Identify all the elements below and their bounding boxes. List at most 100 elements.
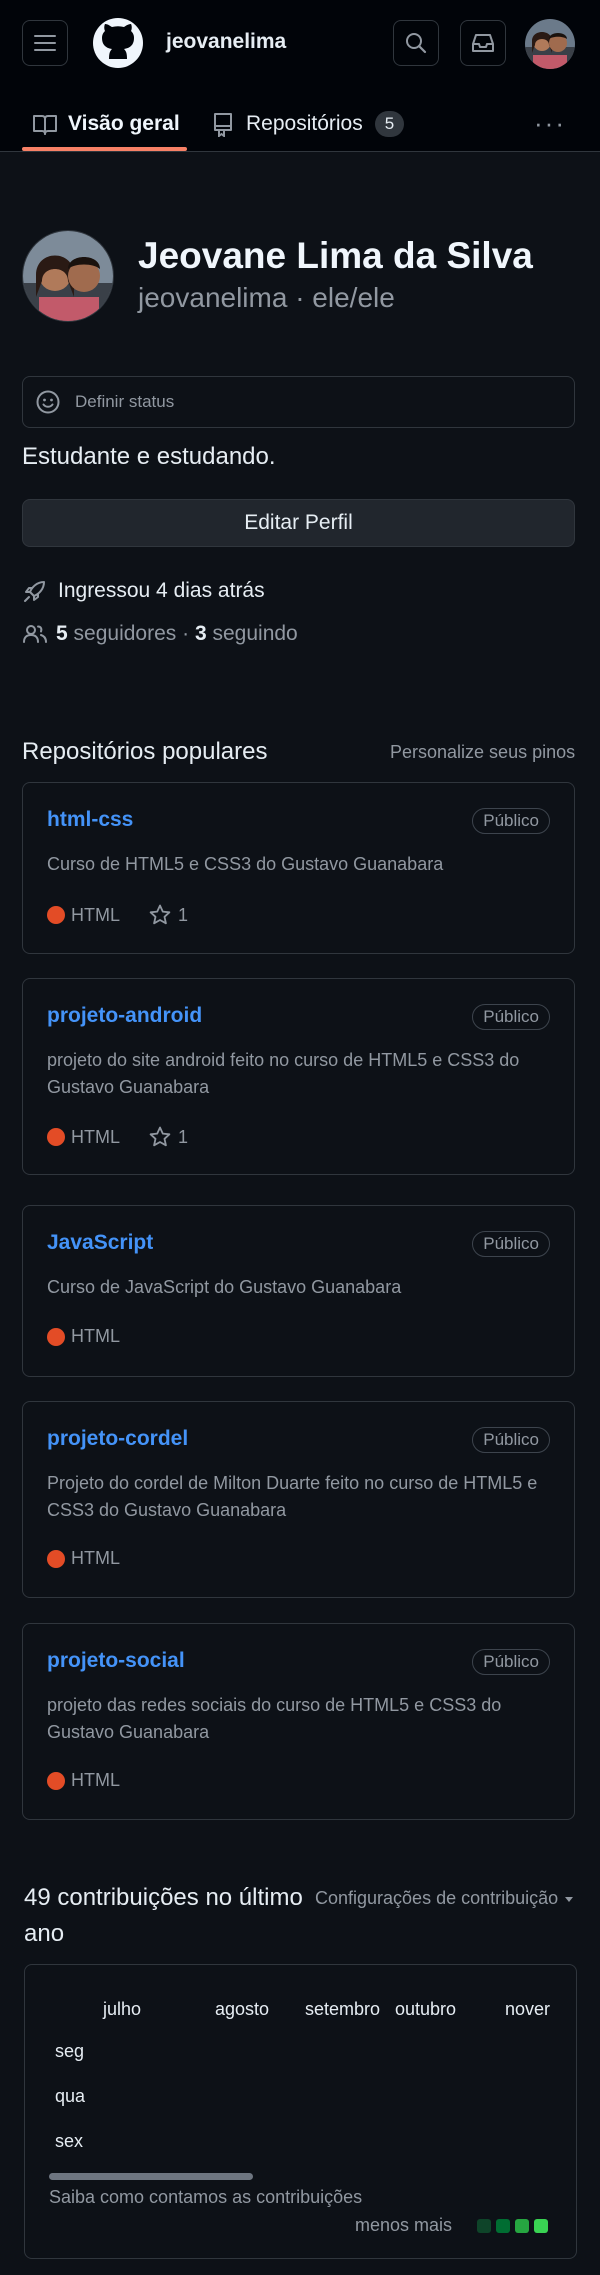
- repo-icon: [214, 112, 232, 137]
- learn-contributions-link[interactable]: Saiba como contamos as contribuições: [49, 2187, 362, 2208]
- user-avatar-button[interactable]: [525, 19, 575, 69]
- star-count: 1: [178, 1126, 189, 1147]
- repo-description: projeto do site android feito no curso d…: [47, 1050, 520, 1097]
- follow-info: 5 seguidores · 3 seguindo: [22, 622, 298, 646]
- rocket-icon: [24, 581, 45, 602]
- language-color-dot: [47, 906, 65, 924]
- joined-info: Ingressou 4 dias atrás: [22, 578, 265, 604]
- followers-count[interactable]: 5: [56, 622, 68, 646]
- book-icon: [33, 114, 57, 135]
- language-color-dot: [47, 1128, 65, 1146]
- caret-down-icon: [565, 1896, 574, 1902]
- legend-square: [534, 2218, 549, 2233]
- legend-label: menos mais: [355, 2215, 453, 2235]
- language-color-dot: [47, 1549, 65, 1568]
- customize-pins-link[interactable]: Personalize seus pinos: [390, 742, 575, 763]
- repo-description: Curso de HTML5 e CSS3 do Gustavo Guanaba…: [47, 854, 444, 874]
- repo-name-link[interactable]: projeto-cordel: [47, 1427, 188, 1451]
- tab-overview-label: Visão geral: [68, 111, 180, 135]
- repo-card: html-css Público Curso de HTML5 e CSS3 d…: [22, 782, 575, 954]
- contribution-settings-dropdown[interactable]: Configurações de contribuição: [315, 1888, 576, 1909]
- hamburger-icon: [34, 35, 56, 51]
- followers-label[interactable]: seguidores: [74, 622, 177, 646]
- repositories-count-badge: 5: [374, 110, 405, 137]
- legend-square: [515, 2218, 530, 2233]
- repo-card: projeto-android Público projeto do site …: [22, 978, 575, 1175]
- contribution-graph: julho agosto setembro outubro nover seg …: [24, 1964, 577, 2259]
- visibility-badge: Público: [472, 808, 550, 834]
- smiley-icon: [36, 390, 60, 414]
- month-label: setembro: [305, 1999, 381, 2019]
- visibility-badge: Público: [472, 1231, 550, 1257]
- repo-name-link[interactable]: html-css: [47, 808, 133, 832]
- month-label: julho: [103, 1999, 142, 2019]
- day-label: sex: [55, 2131, 84, 2151]
- contributions-title: 49 contribuições no último ano: [24, 1884, 303, 1947]
- repo-meta: HTML: [47, 1770, 120, 1791]
- set-status-button[interactable]: Definir status: [22, 376, 575, 428]
- active-tab-indicator: [22, 147, 187, 151]
- more-tabs-button[interactable]: ···: [534, 108, 566, 139]
- tab-repositories[interactable]: Repositórios 5: [210, 95, 405, 152]
- inbox-icon: [472, 34, 494, 52]
- repo-description: Curso de JavaScript do Gustavo Guanabara: [47, 1277, 402, 1297]
- github-logo-icon[interactable]: [92, 17, 144, 69]
- profile-tabs: Visão geral Repositórios 5: [0, 95, 600, 152]
- search-button[interactable]: [393, 20, 439, 66]
- day-label: qua: [55, 2086, 86, 2106]
- profile-bio: Estudante e estudando.: [22, 443, 276, 470]
- language-color-dot: [47, 1771, 65, 1790]
- repo-meta: HTML 1: [47, 1125, 188, 1149]
- visibility-badge: Público: [472, 1004, 550, 1030]
- repo-name-link[interactable]: JavaScript: [47, 1231, 153, 1255]
- month-label: outubro: [395, 1999, 457, 2019]
- graph-scrollbar[interactable]: [49, 2173, 253, 2180]
- repo-meta: HTML 1: [47, 903, 188, 927]
- stargazers-link[interactable]: 1: [148, 1125, 188, 1149]
- legend-square: [477, 2218, 492, 2233]
- joined-text: Ingressou 4 dias atrás: [58, 579, 265, 602]
- global-header: jeovanelima Visão geral Repositórios 5 ·…: [0, 0, 600, 152]
- month-label: nover: [505, 1999, 551, 2019]
- contribution-settings-label: Configurações de contribuição: [315, 1888, 559, 1908]
- stargazers-link[interactable]: 1: [148, 903, 188, 927]
- star-count: 1: [178, 904, 189, 925]
- following-label[interactable]: seguindo: [212, 622, 297, 646]
- visibility-badge: Público: [472, 1649, 550, 1675]
- edit-profile-button[interactable]: Editar Perfil: [22, 499, 575, 547]
- visibility-badge: Público: [472, 1427, 550, 1453]
- avatar: [525, 19, 575, 69]
- day-label: seg: [55, 2041, 85, 2061]
- contribution-legend: menos mais: [355, 2215, 549, 2236]
- following-count[interactable]: 3: [195, 622, 207, 646]
- repo-language: HTML: [71, 1770, 120, 1790]
- repo-meta: HTML: [47, 1326, 120, 1347]
- people-icon: [23, 625, 47, 643]
- set-status-label: Definir status: [75, 392, 175, 411]
- tab-repositories-label: Repositórios: [246, 111, 363, 135]
- repo-description: Projeto do cordel de Milton Duarte feito…: [47, 1473, 538, 1520]
- avatar: [23, 231, 113, 321]
- repo-card: JavaScript Público Curso de JavaScript d…: [22, 1205, 575, 1377]
- repo-card: projeto-social Público projeto das redes…: [22, 1623, 575, 1820]
- repo-meta: HTML: [47, 1548, 120, 1569]
- profile-avatar[interactable]: [22, 230, 114, 322]
- popular-repos-title: Repositórios populares: [22, 738, 268, 765]
- header-username[interactable]: jeovanelima: [166, 30, 286, 54]
- profile-full-name: Jeovane Lima da Silva: [138, 235, 533, 276]
- legend-square: [496, 2218, 511, 2233]
- star-icon: [149, 1126, 171, 1147]
- repo-language: HTML: [71, 904, 120, 925]
- repo-language: HTML: [71, 1548, 120, 1568]
- repo-language: HTML: [71, 1126, 120, 1147]
- tab-overview[interactable]: Visão geral: [32, 95, 180, 152]
- menu-button[interactable]: [22, 20, 68, 66]
- search-icon: [406, 33, 427, 54]
- follow-separator: ·: [182, 622, 190, 645]
- repo-name-link[interactable]: projeto-social: [47, 1649, 185, 1673]
- inbox-button[interactable]: [460, 20, 506, 66]
- language-color-dot: [47, 1327, 65, 1346]
- repo-name-link[interactable]: projeto-android: [47, 1004, 202, 1028]
- profile-handle: jeovanelima · ele/ele: [138, 282, 395, 313]
- repo-language: HTML: [71, 1326, 120, 1346]
